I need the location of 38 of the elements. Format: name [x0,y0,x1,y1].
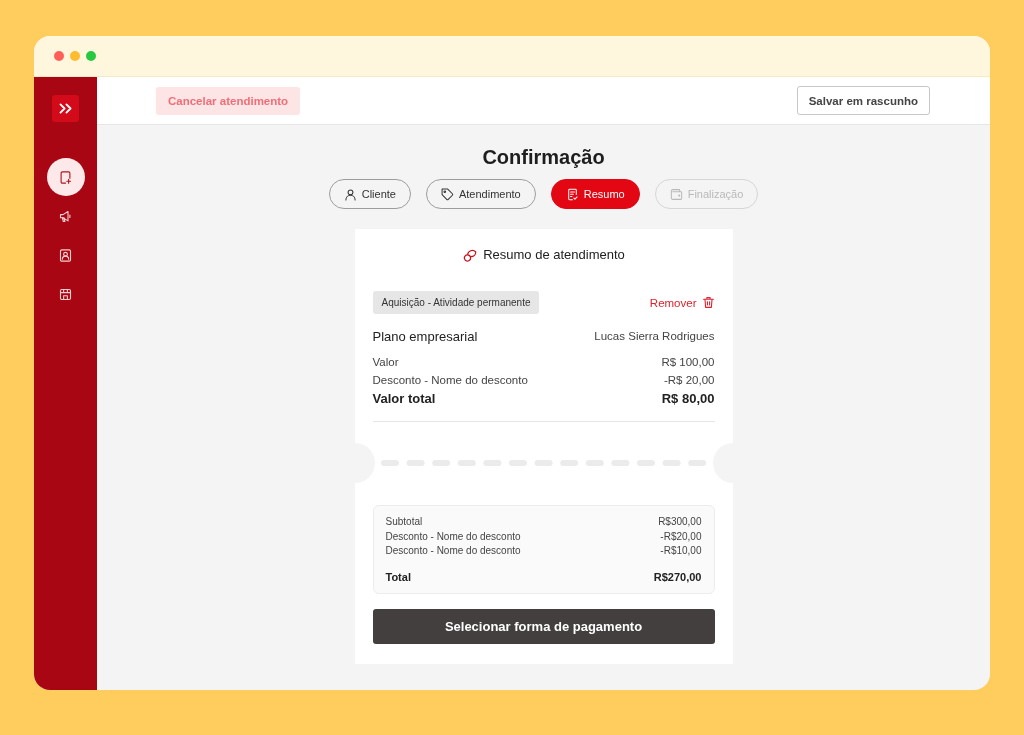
page-title: Confirmação [482,145,605,169]
summary-label: Subtotal [385,515,423,529]
summary-value: -R$10,00 [660,544,702,558]
line-value: R$ 100,00 [661,355,715,370]
close-window-button[interactable] [54,51,64,61]
card-title: Resumo de atendimento [483,246,625,262]
step-tab[interactable]: Cliente [328,179,411,209]
summary-label: Desconto - Nome do desconto [385,544,521,558]
step-tab[interactable]: Resumo [550,179,640,209]
wallet-icon [669,187,683,201]
double-chevron-icon [59,103,72,114]
step-tab[interactable]: Atendimento [425,179,536,209]
receipt-check-icon [565,187,579,201]
document-plus-icon [58,169,73,185]
category-tag: Aquisição - Atividade permanente [372,291,540,314]
summary-label: Desconto - Nome do desconto [385,529,521,544]
tag-icon [440,187,454,201]
summary-value: R$300,00 [658,515,702,529]
store-icon [58,286,73,302]
plan-name: Plano empresarial [372,328,478,344]
trash-icon [701,296,715,309]
client-name: Lucas Sierra Rodrigues [594,330,715,342]
person-icon [343,187,357,201]
nav-item[interactable] [46,158,85,196]
save-draft-button[interactable]: Salvar em rascunho [796,86,930,115]
total-label: Valor total [372,390,436,408]
line-label: Valor [372,355,399,370]
line-value: -R$ 20,00 [664,373,715,388]
expand-button[interactable] [52,95,79,122]
megaphone-icon [58,208,73,224]
person-card-icon [58,247,73,263]
grand-total-value: R$270,00 [653,569,702,585]
summary-value: -R$20,00 [660,529,702,544]
remove-button[interactable]: Remover [649,296,715,309]
line-label: Desconto - Nome do desconto [372,373,528,388]
total-value: R$ 80,00 [661,390,715,408]
payment-button[interactable]: Selecionar forma de pagamento [372,608,715,644]
grand-total-label: Total [385,569,411,585]
